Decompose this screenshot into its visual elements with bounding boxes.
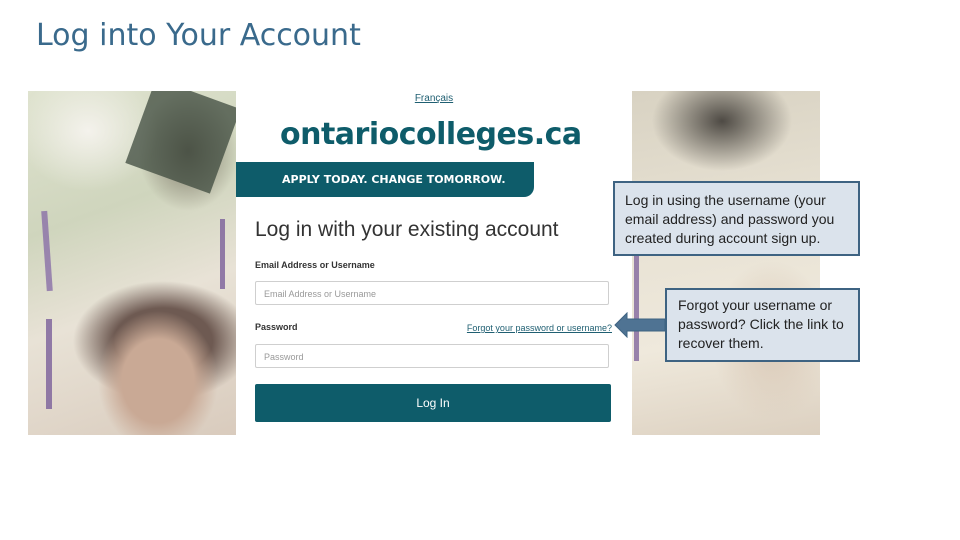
email-field[interactable]: Email Address or Username (255, 281, 609, 305)
login-button[interactable]: Log In (255, 384, 611, 422)
form-heading: Log in with your existing account (255, 218, 559, 241)
language-link[interactable]: Français (236, 93, 632, 104)
login-tip-callout: Log in using the username (your email ad… (613, 181, 860, 256)
password-field[interactable]: Password (255, 344, 609, 368)
email-label: Email Address or Username (255, 260, 375, 270)
tagline-text: APPLY TODAY. CHANGE TOMORROW. (282, 173, 506, 186)
forgot-tip-callout: Forgot your username or password? Click … (665, 288, 860, 362)
forgot-password-link[interactable]: Forgot your password or username? (467, 323, 612, 333)
tagline-banner: APPLY TODAY. CHANGE TOMORROW. (236, 162, 534, 197)
brand-logo: ontariocolleges.ca (280, 117, 582, 152)
graduates-photo-right (632, 91, 820, 435)
login-page-screenshot: Français ontariocolleges.ca APPLY TODAY.… (28, 91, 820, 435)
slide-title: Log into Your Account (36, 18, 361, 53)
left-arrow-icon (614, 312, 666, 338)
graduates-photo-left (28, 91, 241, 435)
tassel-icon (220, 219, 225, 289)
tassel-icon (41, 210, 53, 292)
password-label: Password (255, 322, 298, 332)
tassel-icon (634, 241, 639, 361)
tassel-icon (46, 319, 52, 409)
graduation-cap-icon (125, 91, 241, 194)
login-panel: Français ontariocolleges.ca APPLY TODAY.… (236, 91, 632, 435)
